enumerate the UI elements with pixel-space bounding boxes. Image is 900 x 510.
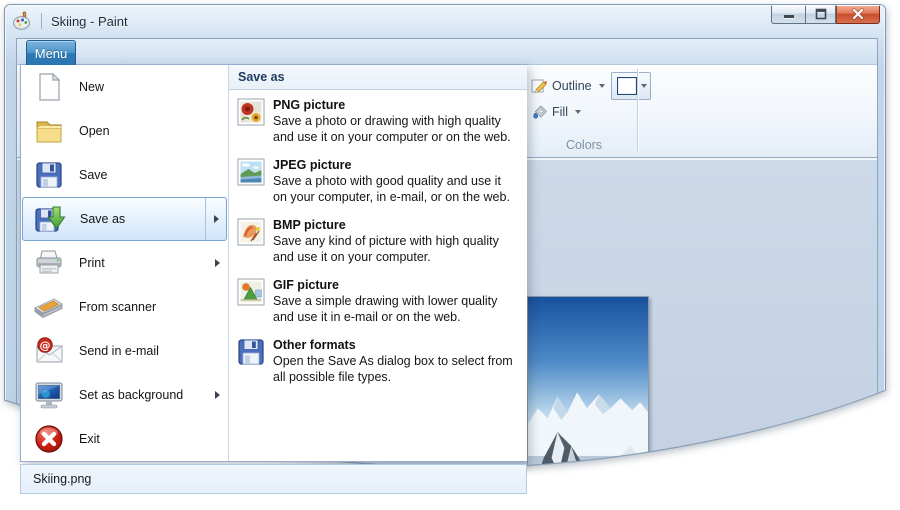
window-controls	[771, 5, 880, 24]
menu-item-from-scanner[interactable]: From scanner	[21, 285, 228, 329]
chevron-down-icon	[599, 84, 605, 88]
save-as-submenu: Save as PNG picture Save a photo or draw…	[228, 65, 527, 461]
file-menu-panel: New Open Save Save as Print From scanner…	[20, 64, 527, 462]
menu-button[interactable]: Menu	[26, 40, 76, 65]
menu-item-print[interactable]: Print	[21, 241, 228, 285]
open-folder-icon	[33, 115, 65, 147]
png-photo-icon	[237, 98, 265, 126]
new-document-icon	[33, 71, 65, 103]
submenu-item-gif[interactable]: GIF picture Save a simple drawing with l…	[237, 277, 527, 325]
gif-picture-icon	[237, 278, 265, 306]
close-button[interactable]	[836, 5, 880, 24]
pencil-outline-icon	[531, 77, 548, 94]
chevron-down-icon	[575, 110, 581, 114]
outline-dropdown[interactable]: Outline	[531, 77, 605, 94]
submenu-arrow-icon	[213, 215, 219, 223]
submenu-arrow-icon	[215, 391, 220, 399]
submenu-item-title: Other formats	[273, 338, 356, 352]
submenu-item-png[interactable]: PNG picture Save a photo or drawing with…	[237, 97, 527, 145]
maximize-button[interactable]	[805, 5, 836, 24]
fill-dropdown[interactable]: Fill	[531, 103, 581, 120]
colors-group-label: Colors	[565, 138, 603, 152]
menu-item-label: Save	[79, 168, 108, 182]
submenu-list: PNG picture Save a photo or drawing with…	[229, 90, 527, 385]
title-bar: Skiing - Paint	[4, 4, 886, 38]
bmp-picture-icon	[237, 218, 265, 246]
title-separator	[41, 13, 42, 29]
submenu-item-description: Save a simple drawing with lower quality…	[273, 294, 498, 324]
menu-item-label: From scanner	[79, 300, 157, 314]
outline-label: Outline	[552, 78, 592, 93]
submenu-arrow-icon	[215, 259, 220, 267]
menu-item-new[interactable]: New	[21, 65, 228, 109]
menu-item-set-as-background[interactable]: Set as background	[21, 373, 228, 417]
other-formats-icon	[237, 338, 265, 366]
save-as-icon	[34, 203, 66, 235]
paint-palette-icon	[12, 11, 32, 31]
fill-label: Fill	[552, 104, 568, 119]
menu-item-open[interactable]: Open	[21, 109, 228, 153]
menu-item-label: Open	[79, 124, 110, 138]
submenu-item-other-formats[interactable]: Other formats Open the Save As dialog bo…	[237, 337, 527, 385]
submenu-item-description: Open the Save As dialog box to select fr…	[273, 354, 513, 384]
svg-text:@: @	[40, 339, 51, 352]
ribbon-tab-strip	[17, 39, 877, 65]
ribbon-colors-group: Outline Fill Colors	[525, 65, 643, 158]
status-filename: Skiing.png	[33, 472, 92, 486]
submenu-item-title: PNG picture	[273, 98, 346, 112]
print-icon	[33, 247, 65, 279]
submenu-item-title: BMP picture	[273, 218, 346, 232]
submenu-item-description: Save a photo or drawing with high qualit…	[273, 114, 511, 144]
menu-item-label: Send in e-mail	[79, 344, 159, 358]
menu-item-label: Save as	[80, 212, 126, 226]
close-icon	[852, 8, 864, 20]
window-title: Skiing - Paint	[51, 13, 128, 29]
submenu-item-title: GIF picture	[273, 278, 339, 292]
chevron-down-icon	[641, 84, 647, 88]
submenu-header: Save as	[229, 65, 527, 90]
minimize-button[interactable]	[771, 5, 805, 24]
submenu-item-jpeg[interactable]: JPEG picture Save a photo with good qual…	[237, 157, 527, 205]
submenu-arrow-cell[interactable]	[205, 198, 226, 240]
exit-icon	[33, 423, 65, 455]
submenu-item-bmp[interactable]: BMP picture Save any kind of picture wit…	[237, 217, 527, 265]
monitor-icon	[33, 379, 65, 411]
mountain-photo	[527, 296, 649, 510]
fill-bucket-icon	[531, 103, 548, 120]
color-swatch-box	[617, 77, 637, 95]
menu-item-save[interactable]: Save	[21, 153, 228, 197]
submenu-item-description: Save any kind of picture with high quali…	[273, 234, 499, 264]
submenu-item-description: Save a photo with good quality and use i…	[273, 174, 510, 204]
maximize-icon	[815, 8, 827, 20]
paint-application-window: Skiing - Paint Outline Fill Colors Menu …	[0, 0, 900, 510]
outline-color-swatch[interactable]	[611, 72, 651, 100]
menu-item-label: Set as background	[79, 388, 184, 402]
jpeg-photo-icon	[237, 158, 265, 186]
menu-item-save-as[interactable]: Save as	[22, 197, 227, 241]
submenu-item-title: JPEG picture	[273, 158, 352, 172]
status-bar: Skiing.png	[20, 464, 527, 494]
menu-item-label: Exit	[79, 432, 100, 446]
menu-item-exit[interactable]: Exit	[21, 417, 228, 461]
ribbon-group-divider	[637, 69, 638, 151]
menu-item-label: New	[79, 80, 105, 94]
file-menu-list: New Open Save Save as Print From scanner…	[21, 65, 228, 461]
save-icon	[33, 159, 65, 191]
menu-item-label: Print	[79, 256, 105, 270]
email-icon: @	[33, 335, 65, 367]
scanner-icon	[33, 291, 65, 323]
minimize-icon	[783, 8, 795, 20]
menu-item-send-in-email[interactable]: @ Send in e-mail	[21, 329, 228, 373]
